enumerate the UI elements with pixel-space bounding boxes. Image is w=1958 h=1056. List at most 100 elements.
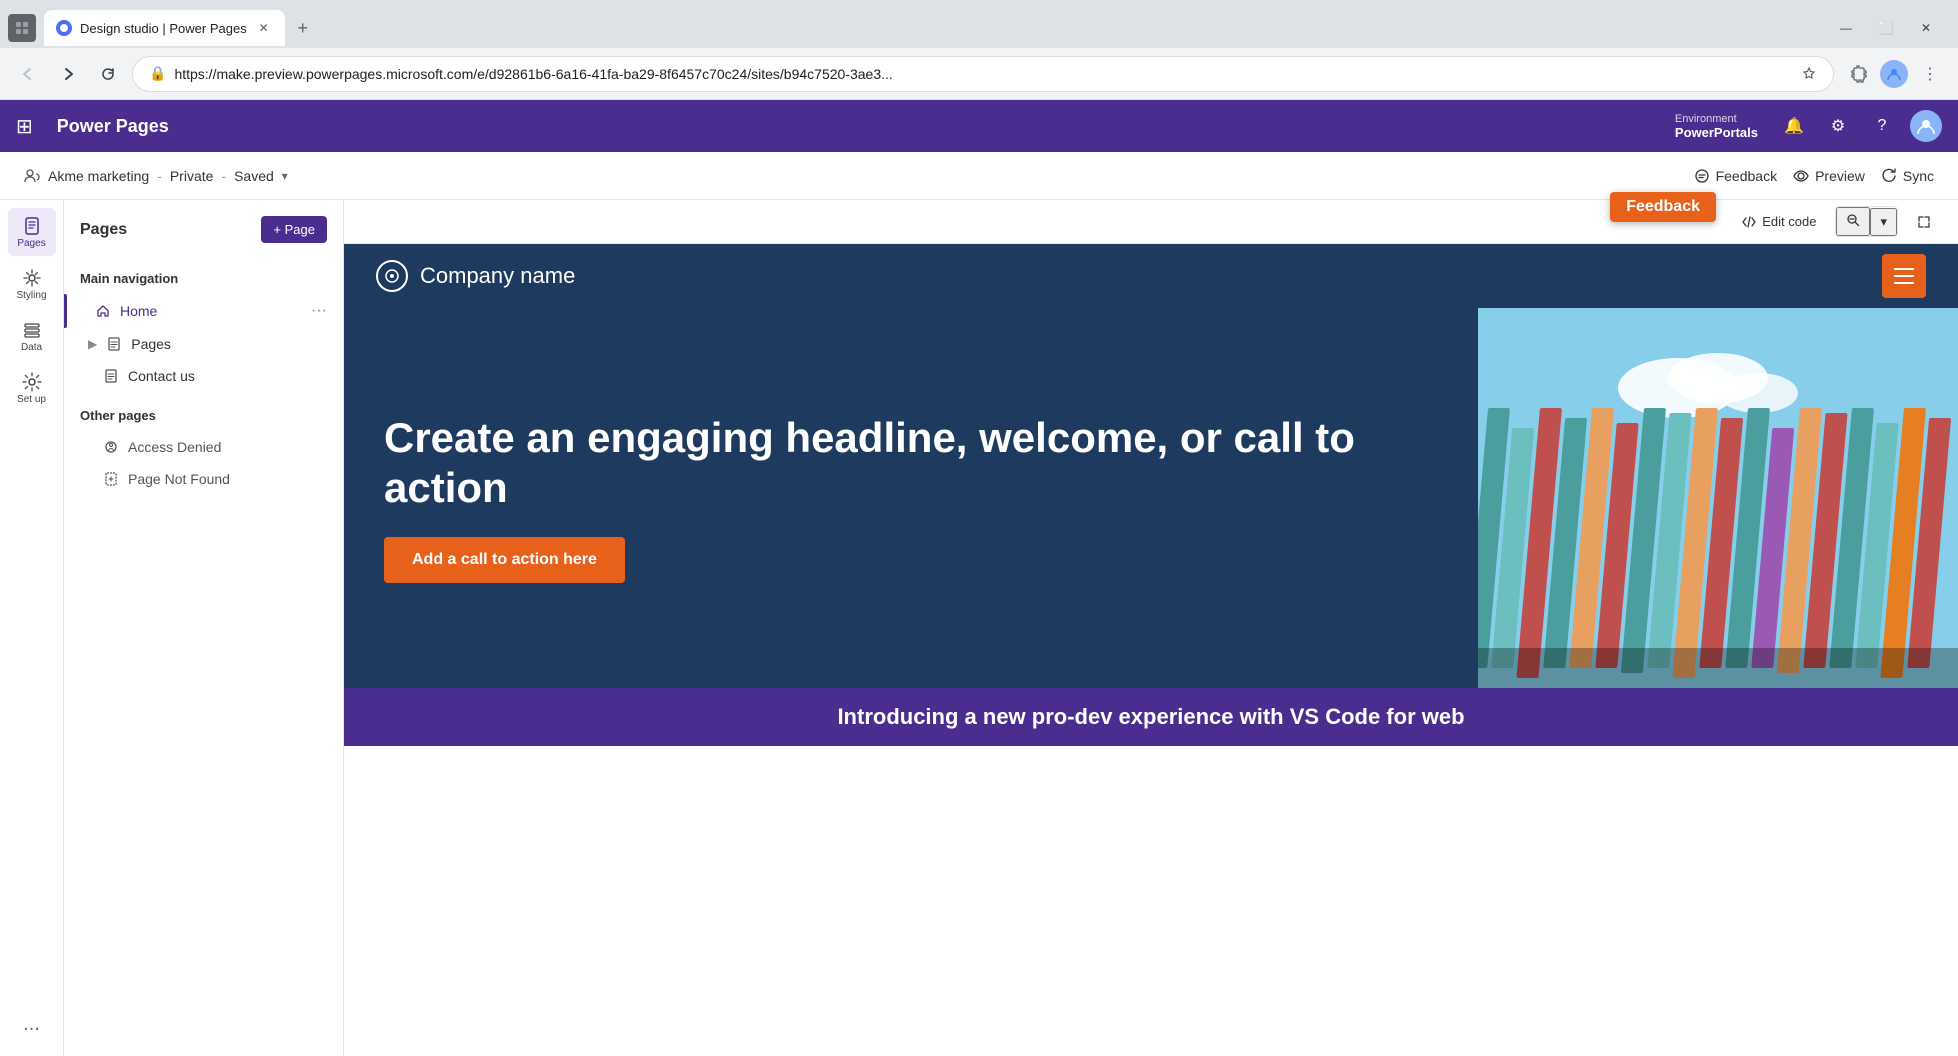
- star-icon: [1801, 66, 1817, 82]
- canvas-scroll[interactable]: Company name Create an engaging headline…: [344, 244, 1958, 1056]
- tab-group-icon: [8, 14, 36, 42]
- hero-cta-button[interactable]: Add a call to action here: [384, 537, 625, 583]
- zoom-out-icon: [1846, 213, 1860, 227]
- app-topbar: ⊞ Power Pages Environment PowerPortals 🔔…: [0, 100, 1958, 152]
- tab-bar: Design studio | Power Pages ✕ + — ⬜ ✕: [0, 0, 1958, 48]
- topbar-right: Environment PowerPortals 🔔 ⚙ ?: [1667, 110, 1942, 142]
- edit-code-icon: [1742, 215, 1756, 229]
- more-options-button[interactable]: ⋮: [1914, 58, 1946, 90]
- hamburger-line-2: [1894, 275, 1914, 277]
- pages-expand-icon: ▶: [88, 337, 97, 351]
- home-more-icon[interactable]: ···: [311, 302, 327, 320]
- expand-icon: [1917, 215, 1931, 229]
- active-tab[interactable]: Design studio | Power Pages ✕: [44, 10, 285, 46]
- announcement-bar: Introducing a new pro-dev experience wit…: [344, 688, 1958, 746]
- preview-icon: [1793, 168, 1809, 184]
- site-logo: Company name: [376, 260, 575, 292]
- nav-item-contact-us[interactable]: Contact us: [64, 360, 343, 392]
- preview-button[interactable]: Preview: [1793, 168, 1865, 184]
- nav-item-access-denied-label: Access Denied: [128, 439, 221, 455]
- tab-close-button[interactable]: ✕: [255, 19, 273, 37]
- nav-item-pages-label: Pages: [131, 336, 171, 352]
- setup-icon: [22, 372, 42, 392]
- hero-section: Create an engaging headline, welcome, or…: [344, 308, 1958, 688]
- page-not-found-icon: [104, 472, 118, 486]
- site-separator: -: [157, 168, 162, 184]
- nav-item-pages[interactable]: ▶ Pages: [64, 328, 343, 360]
- feedback-button[interactable]: Feedback: [1694, 168, 1777, 184]
- dropdown-arrow-icon: ▾: [282, 169, 288, 183]
- hero-image-placeholder: [1478, 308, 1958, 688]
- hamburger-menu[interactable]: [1882, 254, 1926, 298]
- site-preview-frame: Company name Create an engaging headline…: [344, 244, 1958, 1056]
- main-content: Pages Styling Data Set up ... Pages: [0, 200, 1958, 1056]
- site-header: Company name: [344, 244, 1958, 308]
- extensions-button[interactable]: [1842, 58, 1874, 90]
- environment-label[interactable]: Environment PowerPortals: [1667, 110, 1766, 142]
- app-name: Power Pages: [57, 116, 169, 137]
- expand-button[interactable]: [1906, 210, 1942, 234]
- nav-item-access-denied[interactable]: Access Denied: [64, 431, 343, 463]
- maximize-button[interactable]: ⬜: [1870, 12, 1902, 44]
- sidebar-item-setup[interactable]: Set up: [8, 364, 56, 412]
- main-navigation-header: Main navigation: [64, 263, 343, 294]
- sync-button[interactable]: Sync: [1881, 168, 1934, 184]
- close-button[interactable]: ✕: [1910, 12, 1942, 44]
- sync-icon: [1881, 168, 1897, 184]
- edit-code-button[interactable]: Edit code: [1731, 209, 1827, 234]
- rail-more-button[interactable]: ...: [8, 1000, 56, 1048]
- canvas-area: Edit code ▾: [344, 200, 1958, 1056]
- site-logo-circle: [376, 260, 408, 292]
- header-actions: Feedback Preview Sync: [1694, 168, 1934, 184]
- setup-label: Set up: [17, 394, 46, 405]
- home-icon: [96, 304, 110, 318]
- user-avatar: [1880, 60, 1908, 88]
- styling-icon: [22, 268, 42, 288]
- announcement-text: Introducing a new pro-dev experience wit…: [376, 704, 1926, 730]
- feedback-icon: [1694, 168, 1710, 184]
- sidebar-item-styling[interactable]: Styling: [8, 260, 56, 308]
- profile-button[interactable]: [1878, 58, 1910, 90]
- add-page-button[interactable]: + Page: [261, 216, 327, 243]
- nav-item-page-not-found[interactable]: Page Not Found: [64, 463, 343, 495]
- company-name-text: Company name: [420, 263, 575, 289]
- address-bar[interactable]: 🔒 https://make.preview.powerpages.micros…: [132, 56, 1834, 92]
- nav-item-contact-us-label: Contact us: [128, 368, 195, 384]
- site-separator2: -: [221, 168, 226, 184]
- feedback-tooltip: Feedback: [1610, 192, 1716, 222]
- site-visibility: Private: [170, 168, 214, 184]
- forward-button[interactable]: [52, 58, 84, 90]
- minimize-button[interactable]: —: [1830, 12, 1862, 44]
- url-text: https://make.preview.powerpages.microsof…: [174, 66, 1793, 82]
- help-button[interactable]: ?: [1866, 110, 1898, 142]
- browser-toolbar: 🔒 https://make.preview.powerpages.micros…: [0, 48, 1958, 100]
- waffle-icon[interactable]: ⊞: [16, 114, 33, 139]
- tab-favicon: [56, 20, 72, 36]
- data-label: Data: [21, 342, 42, 353]
- nav-item-page-not-found-label: Page Not Found: [128, 471, 230, 487]
- nav-item-home-label: Home: [120, 303, 157, 319]
- zoom-controls: ▾: [1835, 206, 1898, 237]
- site-status: Saved: [234, 168, 274, 184]
- site-selector[interactable]: Akme marketing - Private - Saved ▾: [24, 168, 288, 184]
- sidebar-item-pages[interactable]: Pages: [8, 208, 56, 256]
- settings-button[interactable]: ⚙: [1822, 110, 1854, 142]
- user-profile-avatar[interactable]: [1910, 110, 1942, 142]
- new-tab-button[interactable]: +: [289, 14, 317, 42]
- zoom-out-button[interactable]: [1836, 207, 1870, 236]
- browser-chrome: Design studio | Power Pages ✕ + — ⬜ ✕ 🔒 …: [0, 0, 1958, 100]
- sidebar-item-data[interactable]: Data: [8, 312, 56, 360]
- notification-button[interactable]: 🔔: [1778, 110, 1810, 142]
- back-button[interactable]: [12, 58, 44, 90]
- hero-content: Create an engaging headline, welcome, or…: [344, 308, 1478, 688]
- styling-label: Styling: [16, 290, 46, 301]
- nav-item-home[interactable]: Home ···: [64, 294, 343, 328]
- page-icon: [107, 337, 121, 351]
- panel-header: Pages + Page: [64, 216, 343, 255]
- tab-title: Design studio | Power Pages: [80, 21, 247, 36]
- pages-label: Pages: [17, 238, 45, 249]
- zoom-chevron-button[interactable]: ▾: [1870, 208, 1897, 236]
- icon-rail: Pages Styling Data Set up ...: [0, 200, 64, 1056]
- hamburger-line-1: [1894, 268, 1914, 270]
- refresh-button[interactable]: [92, 58, 124, 90]
